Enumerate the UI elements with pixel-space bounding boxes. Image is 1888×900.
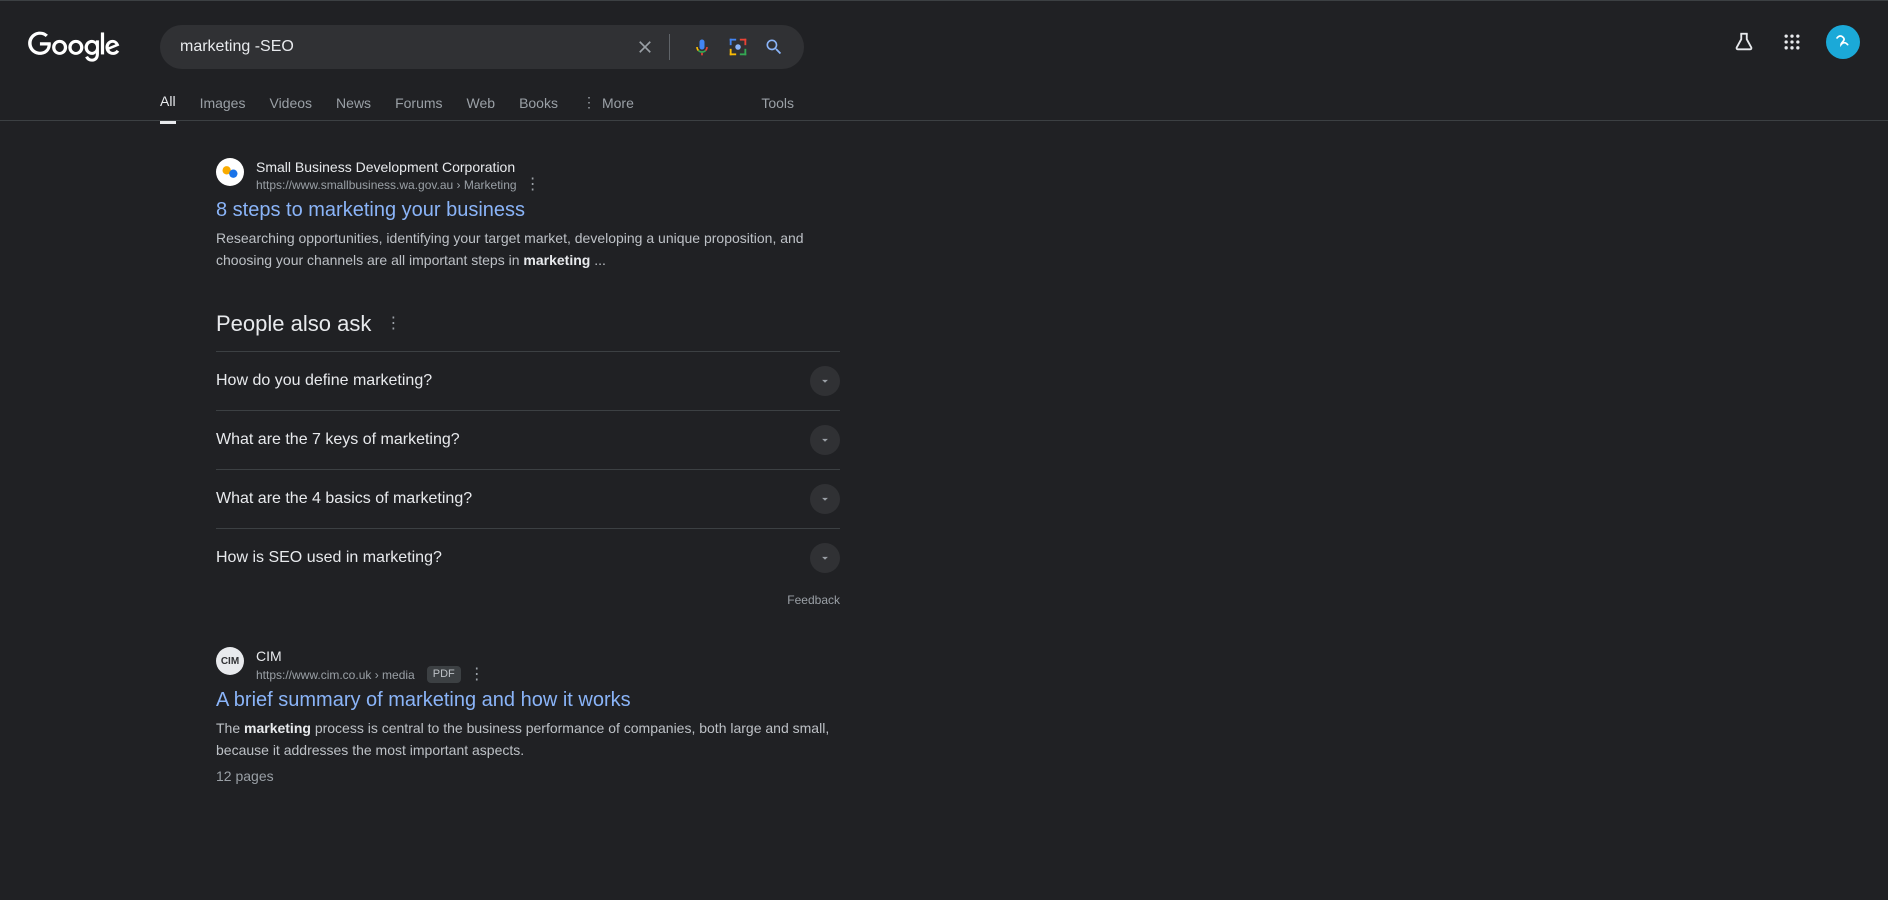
feedback-link[interactable]: Feedback: [216, 593, 840, 607]
tab-books[interactable]: Books: [519, 95, 558, 123]
tabs-underline: [0, 120, 1888, 121]
more-label: More: [602, 95, 634, 111]
paa-title: People also ask: [216, 311, 371, 337]
chevron-down-icon: [810, 484, 840, 514]
lens-icon[interactable]: [726, 35, 750, 59]
tab-videos[interactable]: Videos: [269, 95, 312, 123]
paa-question: How is SEO used in marketing?: [216, 549, 442, 567]
tab-images[interactable]: Images: [200, 95, 246, 123]
source-url: https://www.cim.co.uk › media PDF ⋮: [256, 666, 485, 683]
mic-icon[interactable]: [690, 35, 714, 59]
paa-item[interactable]: How is SEO used in marketing?: [216, 528, 840, 587]
paa-question: What are the 4 basics of marketing?: [216, 490, 472, 508]
search-result: Small Business Development Corporation h…: [216, 158, 840, 271]
result-title[interactable]: 8 steps to marketing your business: [216, 199, 525, 222]
result-favicon: CIM: [216, 647, 244, 675]
separator: [669, 34, 670, 60]
chevron-down-icon: [810, 543, 840, 573]
result-snippet: The marketing process is central to the …: [216, 718, 840, 761]
source-url: https://www.smallbusiness.wa.gov.au › Ma…: [256, 177, 541, 193]
pdf-badge: PDF: [427, 666, 461, 683]
paa-item[interactable]: What are the 7 keys of marketing?: [216, 410, 840, 469]
labs-icon[interactable]: [1730, 28, 1758, 56]
people-also-ask: People also ask ⋮ How do you define mark…: [216, 311, 840, 607]
search-bar: [160, 25, 804, 69]
tab-more[interactable]: ⋮ More: [582, 94, 634, 123]
source-name: Small Business Development Corporation: [256, 158, 541, 177]
result-snippet: Researching opportunities, identifying y…: [216, 228, 840, 271]
chevron-down-icon: [810, 366, 840, 396]
search-input[interactable]: [180, 38, 621, 56]
avatar[interactable]: [1826, 25, 1860, 59]
result-menu-icon[interactable]: ⋮: [469, 667, 485, 683]
clear-icon[interactable]: [633, 35, 657, 59]
source-name: CIM: [256, 647, 485, 666]
result-favicon: [216, 158, 244, 186]
paa-item[interactable]: What are the 4 basics of marketing?: [216, 469, 840, 528]
paa-question: How do you define marketing?: [216, 372, 432, 390]
paa-menu-icon[interactable]: ⋮: [385, 316, 401, 332]
result-menu-icon[interactable]: ⋮: [525, 177, 541, 193]
search-icon[interactable]: [762, 35, 786, 59]
chevron-down-icon: [810, 425, 840, 455]
tab-forums[interactable]: Forums: [395, 95, 442, 123]
search-result: CIM CIM https://www.cim.co.uk › media PD…: [216, 647, 840, 783]
paa-item[interactable]: How do you define marketing?: [216, 351, 840, 410]
tools-button[interactable]: Tools: [761, 95, 794, 123]
tab-web[interactable]: Web: [467, 95, 496, 123]
result-title[interactable]: A brief summary of marketing and how it …: [216, 689, 631, 712]
google-logo[interactable]: [28, 31, 120, 63]
pages-note: 12 pages: [216, 768, 840, 784]
apps-icon[interactable]: [1778, 28, 1806, 56]
more-dots-icon: ⋮: [582, 94, 596, 111]
paa-question: What are the 7 keys of marketing?: [216, 431, 460, 449]
tab-news[interactable]: News: [336, 95, 371, 123]
